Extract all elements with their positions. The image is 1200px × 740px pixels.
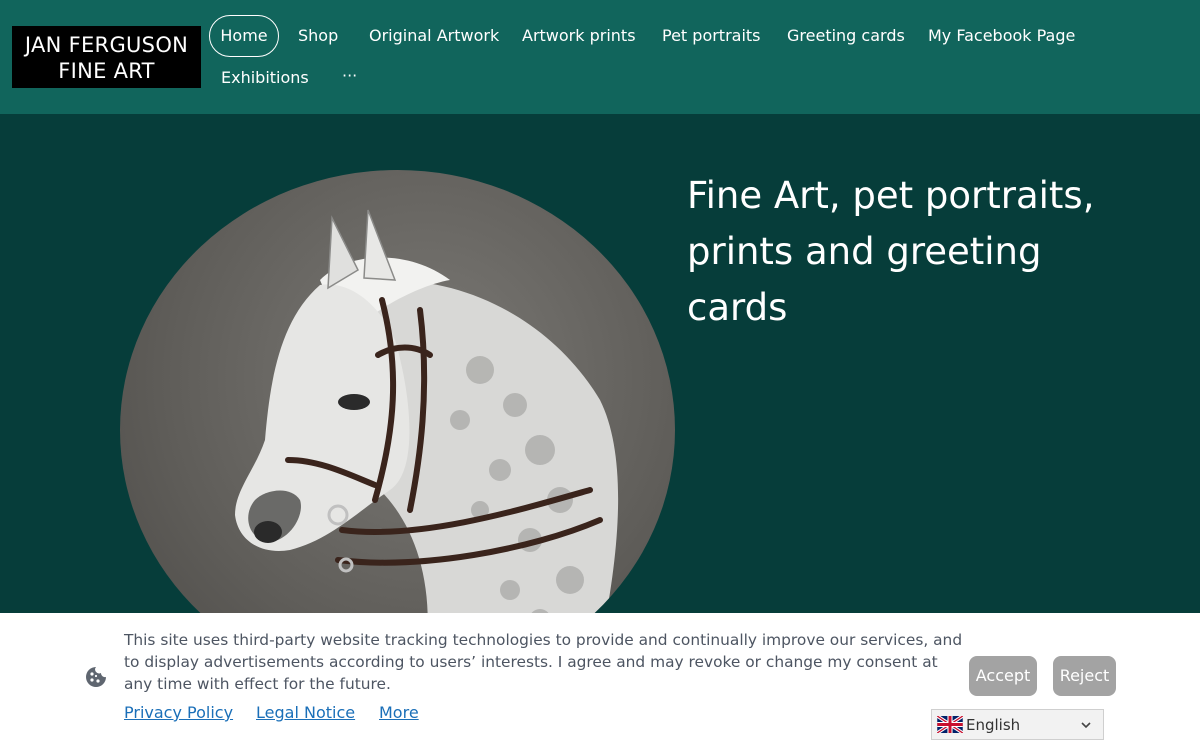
horse-portrait-image <box>120 170 675 690</box>
horse-portrait-icon <box>235 209 619 690</box>
nav-home[interactable]: Home <box>209 15 279 57</box>
privacy-policy-link[interactable]: Privacy Policy <box>124 703 233 723</box>
hero-title: Fine Art, pet portraits, prints and gree… <box>687 174 1095 329</box>
nav-original-artwork[interactable]: Original Artwork <box>369 26 499 46</box>
site-logo[interactable]: JAN FERGUSON FINE ART <box>12 26 201 88</box>
nav-greeting-cards[interactable]: Greeting cards <box>787 26 905 46</box>
accept-button[interactable]: Accept <box>969 656 1037 696</box>
nav-exhibitions[interactable]: Exhibitions <box>221 68 309 88</box>
cookie-consent-bar: This site uses third-party website track… <box>0 613 1200 740</box>
reject-button[interactable]: Reject <box>1053 656 1116 696</box>
nav-shop[interactable]: Shop <box>298 26 338 46</box>
logo-line-2: FINE ART <box>58 59 155 83</box>
cookie-icon <box>86 667 106 687</box>
legal-notice-link[interactable]: Legal Notice <box>256 703 355 723</box>
more-link[interactable]: More <box>379 703 419 723</box>
cookie-message: This site uses third-party website track… <box>124 631 963 693</box>
nav-artwork-prints[interactable]: Artwork prints <box>522 26 636 46</box>
uk-flag-icon <box>937 716 963 733</box>
language-selector[interactable]: English <box>931 709 1104 740</box>
chevron-down-icon <box>1081 722 1091 729</box>
language-label: English <box>966 716 1021 734</box>
nav-pet-portraits[interactable]: Pet portraits <box>662 26 761 46</box>
nav-facebook-page[interactable]: My Facebook Page <box>928 26 1075 46</box>
nav-more-icon[interactable]: ··· <box>342 66 357 86</box>
logo-line-1: JAN FERGUSON <box>24 33 189 57</box>
site-header: JAN FERGUSON FINE ART Home Shop Original… <box>0 0 1200 114</box>
hero-section: Fine Art, pet portraits, prints and gree… <box>0 114 1200 690</box>
